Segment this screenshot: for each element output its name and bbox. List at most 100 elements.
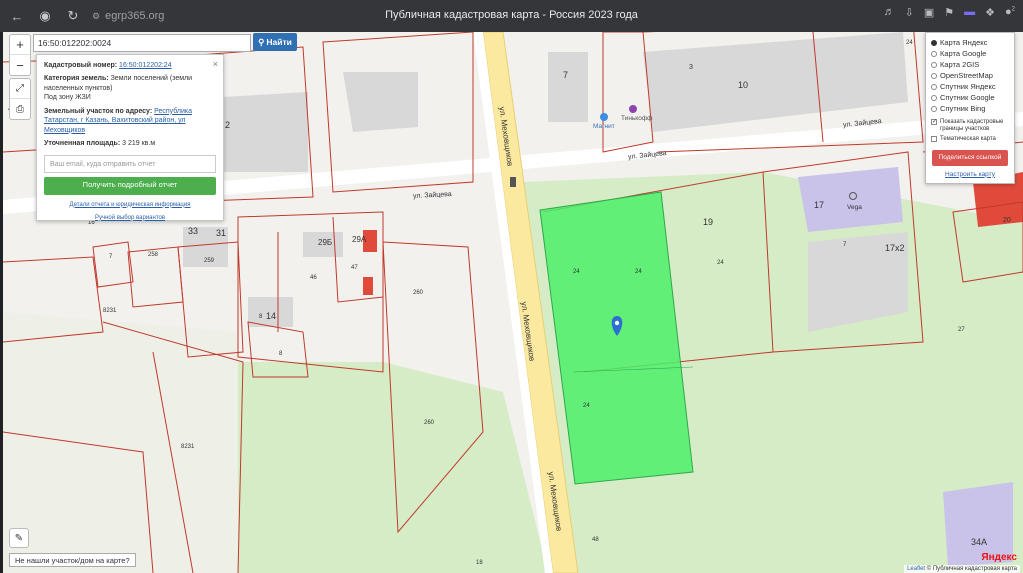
layer-option-2gis[interactable]: Карта 2GIS	[931, 59, 1009, 70]
checkbox-checked-icon: ✓	[931, 119, 938, 125]
parcel-number: 7	[109, 254, 113, 260]
street-label: ул. Зайцева	[627, 149, 667, 162]
layer-option-yandex[interactable]: Карта Яндекс	[931, 37, 1009, 48]
parcel-number: 8	[259, 314, 263, 320]
address-row: Земельный участок по адресу: Республика …	[44, 107, 216, 135]
parcel-info-popup: × Кадастровый номер: 16:50:012202:24 Кат…	[36, 54, 224, 221]
close-icon[interactable]: ×	[213, 58, 218, 70]
building-number: 33	[188, 226, 199, 236]
street-label: ул. Меховщиков	[497, 106, 515, 167]
parcel-number: 24	[573, 269, 580, 275]
layer-option-bing-sat[interactable]: Спутник Bing	[931, 103, 1009, 114]
building-number: 19	[703, 217, 714, 227]
attribution-text: © Публичная кадастровая карта	[926, 566, 1017, 572]
bookmark-icon[interactable]: ⚑	[944, 6, 954, 19]
building-number: 29Б	[318, 238, 333, 247]
parcel-number: 27	[958, 327, 965, 333]
report-button[interactable]: Получить подробный отчет	[44, 176, 216, 195]
building-number: 10	[738, 80, 749, 90]
building-number: 14	[266, 311, 277, 321]
parcel-number: 259	[204, 258, 215, 264]
back-icon[interactable]: ←	[6, 5, 28, 27]
thematic-checkbox[interactable]: Тематическая карта	[931, 136, 1009, 143]
radio-icon	[931, 61, 937, 68]
reload-icon[interactable]: ↻	[62, 5, 84, 27]
map-canvas[interactable]: ул. Меховщиков ул. Меховщиков ул. Меховщ…	[3, 32, 1023, 573]
extension-icon[interactable]: ▬	[964, 6, 975, 19]
site-info-icon[interactable]: ⚙	[92, 11, 100, 22]
details-link[interactable]: Детали отчета и юридическая информация	[44, 201, 216, 209]
layer-label: Карта Яндекс	[940, 38, 988, 47]
manual-choice-link[interactable]: Ручной выбор вариантов	[44, 214, 216, 222]
cadastral-link[interactable]: 16:50:012202:24	[119, 62, 172, 69]
parcel-number: 46	[310, 275, 317, 281]
parcel-number: 8231	[181, 444, 195, 450]
radio-icon	[931, 50, 937, 57]
building-number: 20	[1003, 217, 1011, 224]
profile-icon[interactable]: ●2	[1005, 6, 1015, 19]
layer-label: Карта 2GIS	[940, 60, 980, 69]
zoom-out-button[interactable]: −	[10, 55, 30, 75]
layer-option-yandex-sat[interactable]: Спутник Яндекс	[931, 81, 1009, 92]
checkbox-icon	[931, 136, 937, 143]
ext-badge: 2	[1011, 6, 1015, 13]
toolbar-icons: ♬ ⇩ ▣ ⚑ ▬ ❖ ●2	[884, 6, 1015, 19]
show-borders-checkbox[interactable]: ✓ Показать кадастровые границы участков	[931, 119, 1009, 133]
radio-icon	[931, 83, 937, 90]
radio-icon	[931, 39, 937, 46]
address-label: Земельный участок по адресу:	[44, 107, 153, 115]
parcel-number: 260	[413, 290, 424, 296]
download-icon[interactable]: ⇩	[905, 6, 914, 19]
layer-option-google-sat[interactable]: Спутник Google	[931, 92, 1009, 103]
zoom-in-button[interactable]: +	[10, 35, 30, 55]
browser-toolbar: ← ◉ ↻ ⚙ egrp365.org Публичная кадастрова…	[0, 0, 1023, 32]
setup-map-link[interactable]: Настроить карту	[931, 171, 1009, 178]
not-found-button[interactable]: Не нашли участок/дом на карте?	[9, 553, 136, 567]
category-extra: Под зону ЖЗИ	[44, 94, 91, 102]
area-row: Уточненная площадь: 3 219 кв.м	[44, 139, 216, 148]
share-link-button[interactable]: Поделиться ссылкой	[932, 149, 1008, 166]
leaflet-link[interactable]: Leaflet	[907, 566, 925, 572]
building-number: 2	[225, 120, 231, 130]
ruler-icon[interactable]: ✎	[9, 528, 29, 548]
parcel-number: 7	[843, 242, 847, 248]
building-number: 29А	[352, 235, 367, 244]
puzzle-icon[interactable]: ❖	[985, 6, 995, 19]
parcel-number: 8231	[103, 308, 117, 314]
find-button-label: Найти	[266, 37, 292, 47]
building-number: 34А	[971, 537, 988, 547]
radio-icon	[931, 94, 937, 101]
cadastral-row: Кадастровый номер: 16:50:012202:24	[44, 61, 216, 70]
poi-label: Магнит	[593, 123, 615, 130]
layer-label: Спутник Bing	[940, 104, 986, 113]
parcel-number: 24	[717, 260, 724, 266]
yandex-logo: Яндекс	[981, 552, 1017, 563]
search-icon: ⚲	[258, 36, 265, 47]
fullscreen-icon[interactable]: ⤢	[10, 79, 30, 99]
layer-option-google[interactable]: Карта Google	[931, 48, 1009, 59]
email-field[interactable]: Ваш email, куда отправить отчет	[44, 154, 216, 173]
area-value: 3 219 кв.м	[122, 140, 156, 148]
address-bar[interactable]: ⚙ egrp365.org	[92, 10, 164, 22]
building-number: 7	[563, 70, 569, 80]
search-input[interactable]: 16:50:012202:0024	[33, 34, 251, 52]
street-label: ул. Меховщиков	[519, 301, 537, 362]
parcel-number: 8	[279, 351, 283, 357]
layer-option-osm[interactable]: OpenStreetMap	[931, 70, 1009, 81]
find-button[interactable]: ⚲ Найти	[253, 33, 297, 51]
extensions-icon[interactable]: ◉	[34, 5, 56, 27]
radio-icon	[931, 105, 937, 112]
cadastral-label: Кадастровый номер:	[44, 62, 118, 69]
building-number: 31	[216, 228, 227, 238]
headphones-icon[interactable]: ♬	[884, 6, 895, 19]
screenshot-icon[interactable]: ▣	[924, 6, 934, 19]
layer-label: Спутник Google	[940, 93, 995, 102]
print-icon[interactable]: ⎙	[10, 99, 30, 119]
layer-label: Спутник Яндекс	[940, 82, 996, 91]
layer-label: OpenStreetMap	[940, 71, 993, 80]
layers-panel: Карта Яндекс Карта Google Карта 2GIS Ope…	[925, 32, 1015, 184]
building-number: 17х2	[885, 243, 905, 253]
layer-label: Карта Google	[940, 49, 987, 58]
parcel-number: 260	[424, 420, 435, 426]
building-number: 3	[689, 64, 693, 71]
